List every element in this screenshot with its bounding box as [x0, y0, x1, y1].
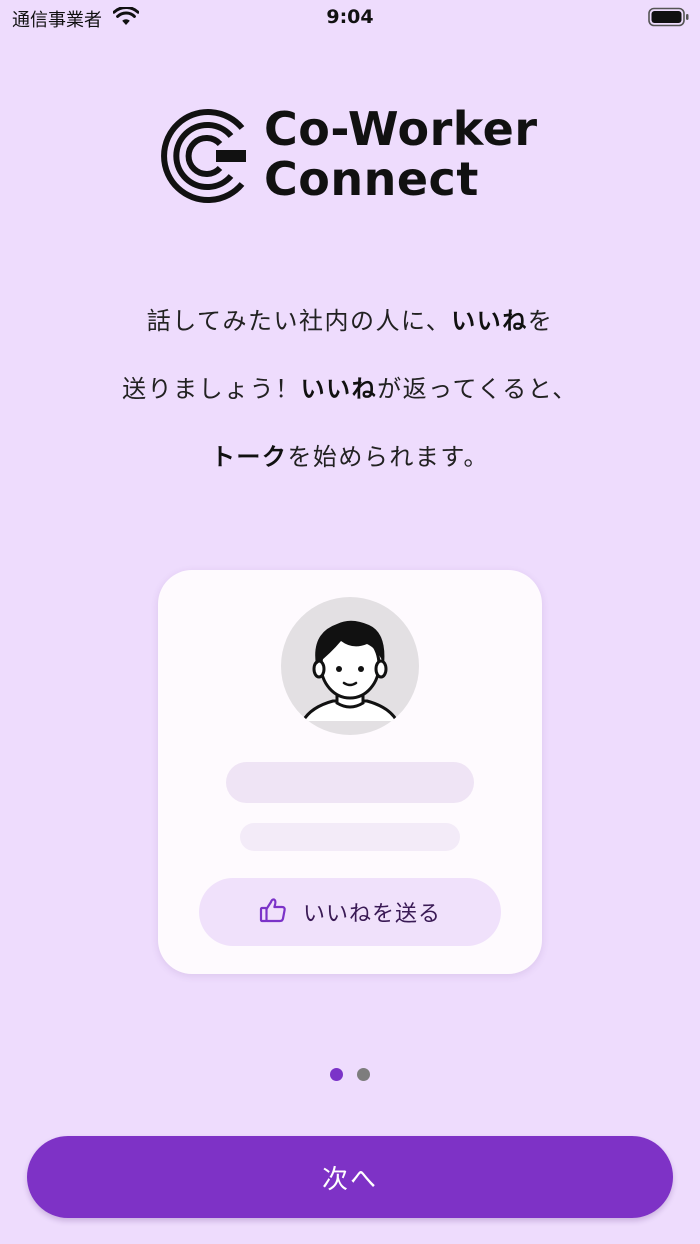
app-logo: Co-Worker Connect [154, 104, 554, 206]
intro-line-1: 話してみたい社内の人に、いいねを [0, 298, 700, 366]
page-indicator [0, 1068, 700, 1081]
intro-text-segment: 送りましょう！ [122, 375, 301, 403]
intro-text-segment: 話してみたい社内の人に、 [146, 307, 452, 335]
intro-text-segment: を始められます。 [287, 443, 490, 471]
send-like-button[interactable]: いいねを送る [199, 878, 501, 946]
intro-emphasis: いいね [451, 307, 528, 335]
person-avatar-icon [281, 597, 419, 735]
status-bar: 通信事業者 9:04 [0, 0, 700, 36]
logo-line-1: Co-Worker [264, 102, 538, 156]
logo-line-2: Connect [264, 152, 479, 206]
intro-line-3: トークを始められます。 [0, 434, 700, 502]
intro-text-segment: が返ってくると、 [377, 375, 578, 403]
intro-text-segment: を [527, 307, 554, 335]
logo-wordmark: Co-Worker Connect [264, 104, 538, 204]
next-button[interactable]: 次へ [27, 1136, 673, 1218]
battery-icon [648, 7, 690, 31]
thumbs-up-icon [259, 897, 287, 927]
co-worker-connect-logo-icon [154, 106, 250, 210]
intro-emphasis: いいね [300, 375, 378, 403]
send-like-label: いいねを送る [302, 902, 441, 927]
page-dot-active[interactable] [330, 1068, 343, 1081]
status-time: 9:04 [326, 6, 374, 28]
profile-card-illustration: いいねを送る [158, 570, 542, 974]
intro-emphasis: トーク [210, 443, 288, 471]
detail-placeholder [240, 823, 460, 851]
name-placeholder [226, 762, 474, 803]
intro-text: 話してみたい社内の人に、いいねを 送りましょう！いいねが返ってくると、 トークを… [0, 298, 700, 502]
page-dot-inactive[interactable] [357, 1068, 370, 1081]
intro-line-2: 送りましょう！いいねが返ってくると、 [0, 366, 700, 434]
